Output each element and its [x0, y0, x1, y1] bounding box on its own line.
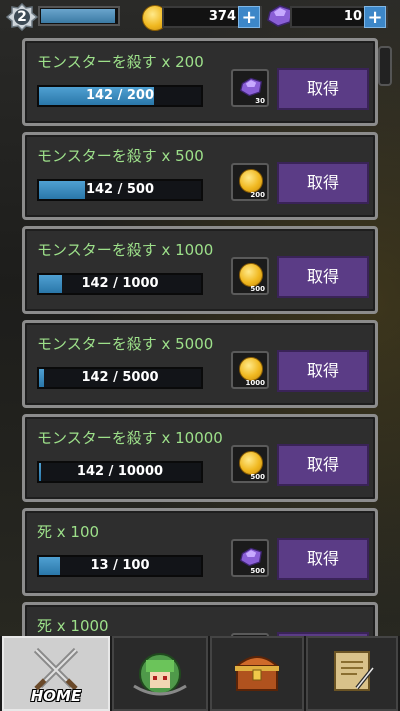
reward-slot: 1000	[231, 351, 269, 389]
gold-counter: 374 +	[162, 6, 262, 28]
reward-amount: 200	[250, 191, 265, 199]
player-level-badge: 2	[6, 3, 38, 31]
achievement-card: モンスターを殺す x 5000 142 / 5000 1000 取得	[22, 320, 378, 408]
claim-button[interactable]: 取得	[277, 256, 369, 298]
tab-quests[interactable]	[306, 636, 398, 711]
achievement-title: 死 x 100	[37, 523, 100, 541]
achievement-progress-bar: 142 / 5000	[37, 367, 203, 389]
achievement-title: モンスターを殺す x 10000	[37, 429, 223, 447]
treasure-chest-icon	[234, 656, 280, 691]
reward-amount: 1000	[245, 379, 265, 387]
tab-home[interactable]: HOME	[2, 636, 110, 711]
add-gems-button[interactable]: +	[364, 6, 386, 28]
player-level: 2	[17, 9, 27, 25]
xp-bar	[38, 6, 120, 26]
achievement-title: 死 x 1000	[37, 617, 109, 635]
gold-coin-icon	[239, 263, 263, 287]
achievement-progress-bar: 142 / 500	[37, 179, 203, 201]
tab-shop[interactable]	[210, 636, 304, 711]
achievement-title: モンスターを殺す x 200	[37, 53, 204, 71]
reward-amount: 500	[250, 567, 265, 575]
tab-hero[interactable]	[112, 636, 208, 711]
claim-button[interactable]: 取得	[277, 444, 369, 486]
reward-slot: 30	[231, 69, 269, 107]
reward-slot: 500	[231, 539, 269, 577]
hero-portrait-icon	[133, 653, 187, 696]
achievement-progress-bar: 142 / 200	[37, 85, 203, 107]
achievement-progress-bar: 142 / 1000	[37, 273, 203, 295]
reward-slot: 500	[231, 445, 269, 483]
side-tab	[378, 46, 392, 86]
reward-slot: 200	[231, 163, 269, 201]
progress-text: 142 / 200	[85, 88, 155, 103]
achievement-title: モンスターを殺す x 500	[37, 147, 204, 165]
gold-coin-icon	[239, 451, 263, 475]
reward-amount: 500	[250, 285, 265, 293]
claim-button[interactable]: 取得	[277, 162, 369, 204]
claim-button[interactable]: 取得	[277, 350, 369, 392]
achievement-card: モンスターを殺す x 200 142 / 200 30 取得	[22, 38, 378, 126]
achievement-card: モンスターを殺す x 1000 142 / 1000 500 取得	[22, 226, 378, 314]
gold-amount: 374	[208, 9, 236, 24]
quest-scroll-icon	[334, 651, 375, 691]
progress-text: 142 / 1000	[81, 276, 159, 291]
progress-text: 142 / 5000	[81, 370, 159, 385]
home-label: HOME	[30, 687, 82, 705]
achievement-progress-bar: 13 / 100	[37, 555, 203, 577]
claim-button[interactable]: 取得	[277, 538, 369, 580]
gem-icon	[239, 77, 263, 97]
gem-amount: 10	[343, 9, 362, 24]
achievement-title: モンスターを殺す x 5000	[37, 335, 214, 353]
progress-text: 142 / 10000	[76, 464, 164, 479]
xp-bar-fill	[41, 9, 116, 23]
gem-counter: 10 +	[290, 6, 388, 28]
achievement-title: モンスターを殺す x 1000	[37, 241, 214, 259]
reward-amount: 30	[255, 97, 265, 105]
reward-amount: 500	[250, 473, 265, 481]
achievement-card: モンスターを殺す x 10000 142 / 10000 500 取得	[22, 414, 378, 502]
gold-coin-icon	[239, 357, 263, 381]
gem-icon	[239, 547, 263, 567]
reward-slot: 500	[231, 257, 269, 295]
add-gold-button[interactable]: +	[238, 6, 260, 28]
achievement-card: モンスターを殺す x 500 142 / 500 200 取得	[22, 132, 378, 220]
bottom-nav: HOME	[0, 636, 400, 711]
gold-coin-icon	[239, 169, 263, 193]
progress-text: 142 / 500	[85, 182, 155, 197]
claim-button[interactable]: 取得	[277, 68, 369, 110]
resource-bar: 2 374 + 10 +	[0, 0, 400, 36]
progress-text: 13 / 100	[90, 558, 150, 573]
achievement-card: 死 x 100 13 / 100 500 取得	[22, 508, 378, 596]
achievement-progress-bar: 142 / 10000	[37, 461, 203, 483]
